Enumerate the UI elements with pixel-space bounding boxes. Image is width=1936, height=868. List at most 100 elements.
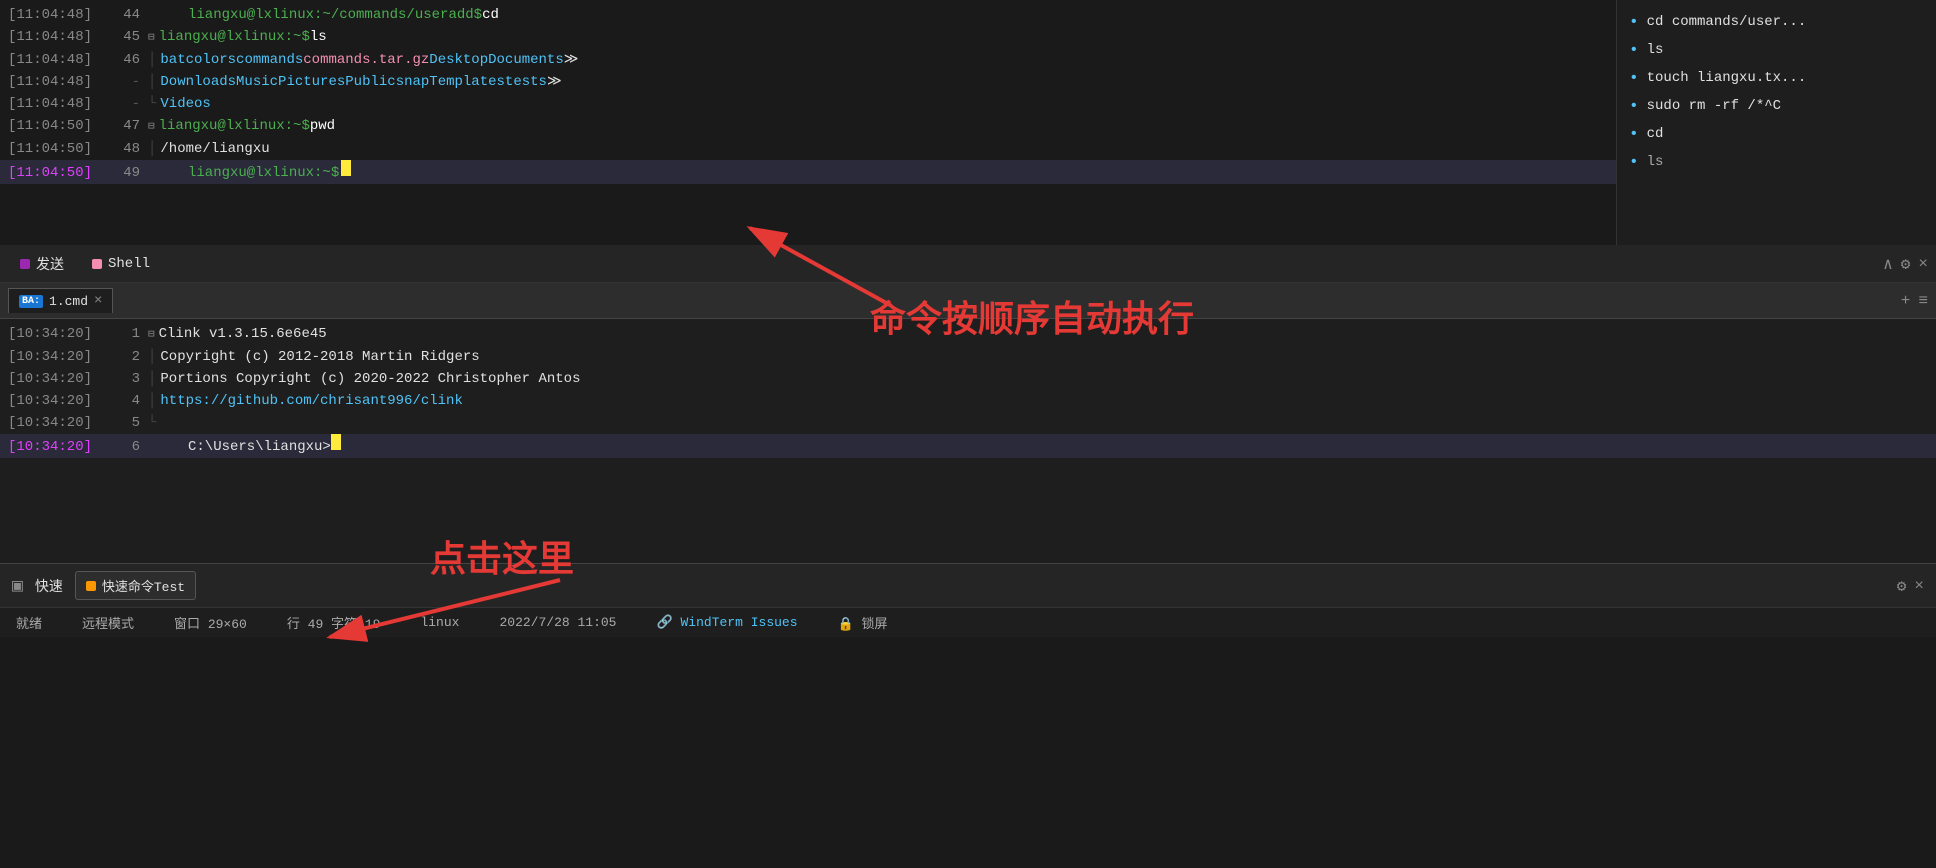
quick-panel-icon[interactable]: ▣ (12, 575, 23, 597)
terminal-line: [10:34:20] 1 ⊟ Clink v1.3.15.6e6e45 (0, 323, 1936, 346)
main-window: [11:04:48] 44 liangxu@lxlinux:~/commands… (0, 0, 1936, 868)
timestamp: [11:04:50] (8, 138, 108, 160)
prompt-active: liangxu@lxlinux:~$ (188, 162, 339, 184)
status-ready: 就绪 (16, 613, 42, 632)
bullet-icon: • (1629, 39, 1639, 61)
line-number: 49 (108, 162, 148, 184)
output-text: Copyright (c) 2012-2018 Martin Ridgers (160, 346, 479, 368)
space: ≫ (547, 71, 562, 93)
shell-dot-icon (92, 259, 102, 269)
file-documents: Documents (488, 49, 564, 71)
tab-shell[interactable]: Shell (80, 252, 162, 276)
prompt-user: liangxu@lxlinux:~$ (159, 115, 310, 137)
close-icon[interactable]: × (1918, 255, 1928, 273)
sidebar-item[interactable]: • cd commands/user... (1629, 8, 1924, 36)
timestamp: [10:34:20] (8, 346, 108, 368)
quick-bar-controls: ⚙ × (1897, 576, 1924, 596)
cmd-tab-1[interactable]: BA: 1.cmd × (8, 288, 113, 313)
link-text[interactable]: https://github.com/chrisant996/clink (160, 390, 462, 412)
settings-icon[interactable]: ⚙ (1901, 254, 1911, 274)
terminal-line: [11:04:48] 45 ⊟ liangxu@lxlinux:~$ ls (0, 26, 1616, 49)
file-targz: commands.tar.gz (303, 49, 429, 71)
timestamp: [11:04:48] (8, 71, 108, 93)
cmd-tab-close-icon[interactable]: × (94, 293, 102, 309)
sidebar-right: • cd commands/user... • ls • touch liang… (1616, 0, 1936, 245)
terminal-line: [11:04:50] 48 │ /home/liangxu (0, 138, 1616, 160)
file-downloads: Downloads (160, 71, 236, 93)
cmd-tab-controls: + ≡ (1901, 292, 1928, 310)
bullet-icon: • (1629, 67, 1639, 89)
terminal-line: [10:34:20] 3 │ Portions Copyright (c) 20… (0, 368, 1936, 390)
sidebar-item[interactable]: • sudo rm -rf /*^C (1629, 92, 1924, 120)
line-number: 46 (108, 49, 148, 71)
output-text: Portions Copyright (c) 2020-2022 Christo… (160, 368, 580, 390)
top-section: [11:04:48] 44 liangxu@lxlinux:~/commands… (0, 0, 1936, 245)
sidebar-item[interactable]: • ls (1629, 36, 1924, 64)
line-number: - (108, 71, 148, 93)
line-number: 1 (108, 323, 148, 345)
timestamp: [11:04:48] (8, 93, 108, 115)
timestamp: [10:34:20] (8, 368, 108, 390)
file-bat: bat (160, 49, 185, 71)
cmd-prompt: C:\Users\liangxu> (188, 436, 331, 458)
sidebar-item-label: cd (1647, 123, 1664, 145)
line-number: 5 (108, 412, 148, 434)
fold-icon: ⊟ (148, 324, 155, 346)
cmd-tab-bar: BA: 1.cmd × + ≡ (0, 283, 1936, 319)
command-text: pwd (310, 115, 335, 137)
terminal-top[interactable]: [11:04:48] 44 liangxu@lxlinux:~/commands… (0, 0, 1616, 245)
terminal-line: [11:04:48] 44 liangxu@lxlinux:~/commands… (0, 4, 1616, 26)
quick-close-icon[interactable]: × (1914, 577, 1924, 595)
sidebar-item[interactable]: • cd (1629, 120, 1924, 148)
output-text: /home/liangxu (160, 138, 269, 160)
status-window: 窗口 29×60 (174, 613, 247, 632)
terminal-line: [10:34:20] 4 │ https://github.com/chrisa… (0, 390, 1936, 412)
file-colors: colors (186, 49, 236, 71)
fold-bar: │ (148, 346, 156, 368)
line-number: - (108, 93, 148, 115)
lock-label: 锁屏 (862, 617, 888, 632)
quick-tab-label: 快速命令Test (102, 576, 185, 595)
sidebar-item-label: cd commands/user... (1647, 11, 1807, 33)
tab-bar-controls: ∧ ⚙ × (1883, 254, 1928, 274)
fold-icon: ⊟ (148, 116, 155, 138)
terminal-line: [11:04:48] - │ Downloads Music Pictures … (0, 71, 1616, 93)
add-tab-icon[interactable]: + (1901, 292, 1911, 310)
bullet-icon: • (1629, 151, 1639, 173)
timestamp: [11:04:48] (8, 26, 108, 48)
quick-settings-icon[interactable]: ⚙ (1897, 576, 1907, 596)
cmd-tab-label: 1.cmd (49, 294, 88, 309)
sidebar-item-label: ls (1647, 151, 1664, 173)
tab-send-label: 发送 (36, 254, 64, 274)
cmd-terminal-content[interactable]: [10:34:20] 1 ⊟ Clink v1.3.15.6e6e45 [10:… (0, 319, 1936, 563)
terminal-line: [10:34:20] 2 │ Copyright (c) 2012-2018 M… (0, 346, 1936, 368)
timestamp-active: [11:04:50] (8, 162, 108, 184)
send-dot-icon (20, 259, 30, 269)
output-text: Clink v1.3.15.6e6e45 (159, 323, 327, 345)
sidebar-item[interactable]: • ls (1629, 148, 1924, 176)
timestamp: [11:04:50] (8, 115, 108, 137)
minimize-icon[interactable]: ∧ (1883, 254, 1893, 274)
quick-label: 快速 (35, 576, 63, 596)
line-number: 6 (108, 436, 148, 458)
network-icon: 🔗 (657, 615, 681, 630)
tab-send[interactable]: 发送 (8, 250, 76, 278)
menu-icon[interactable]: ≡ (1918, 292, 1928, 310)
line-number: 2 (108, 346, 148, 368)
quick-tab[interactable]: 快速命令Test (75, 571, 196, 600)
issues-label: WindTerm Issues (681, 615, 798, 630)
line-number: 47 (108, 115, 148, 137)
fold-space (148, 436, 188, 458)
status-bar: 就绪 远程模式 窗口 29×60 行 49 字符 19 linux 2022/7… (0, 607, 1936, 637)
sidebar-item[interactable]: • touch liangxu.tx... (1629, 64, 1924, 92)
lock-icon: 🔒 (838, 617, 854, 632)
timestamp: [10:34:20] (8, 323, 108, 345)
file-videos: Videos (160, 93, 210, 115)
file-desktop: Desktop (429, 49, 488, 71)
cursor (331, 434, 341, 450)
status-lock[interactable]: 🔒 锁屏 (838, 613, 888, 632)
line-number: 4 (108, 390, 148, 412)
quick-tab-dot-icon (86, 581, 96, 591)
cursor (341, 160, 351, 176)
status-issues[interactable]: 🔗 WindTerm Issues (657, 615, 798, 630)
